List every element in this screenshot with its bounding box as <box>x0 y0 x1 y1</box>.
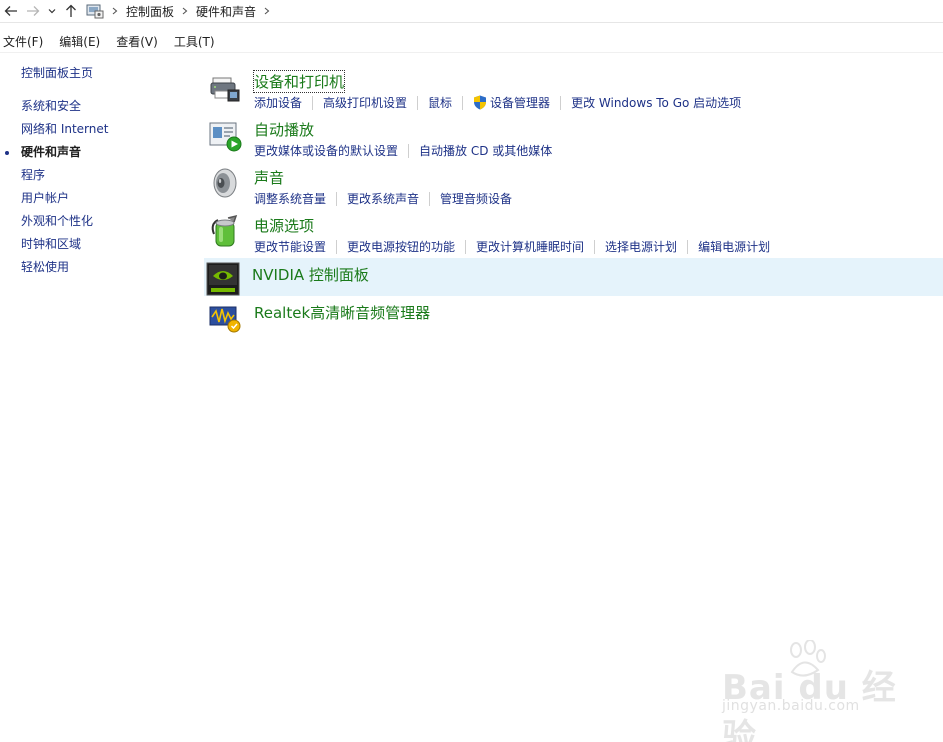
menu-edit[interactable]: 编辑(E) <box>56 33 103 50</box>
back-arrow-icon <box>4 6 17 16</box>
link-divider <box>465 239 467 254</box>
menu-file[interactable]: 文件(F) <box>0 33 46 50</box>
category-nvidia[interactable]: NVIDIA 控制面板 <box>204 258 943 296</box>
link-device-manager-wrap[interactable]: 设备管理器 <box>473 94 550 111</box>
category-title-autoplay[interactable]: 自动播放 <box>254 119 314 140</box>
menu-bar: 文件(F) 编辑(E) 查看(V) 工具(T) <box>0 31 228 51</box>
category-links-devices-printers: 添加设备 高级打印机设置 鼠标 设备管理器 更改 Windows To Go 启… <box>254 94 741 111</box>
sidebar-item-ease-of-access[interactable]: 轻松使用 <box>0 256 190 279</box>
link-power-button-function[interactable]: 更改电源按钮的功能 <box>347 238 455 255</box>
speaker-icon[interactable] <box>208 166 242 200</box>
link-divider <box>687 239 689 254</box>
printer-icon[interactable] <box>208 70 242 104</box>
link-change-power-saving[interactable]: 更改节能设置 <box>254 238 326 255</box>
sidebar-item-user-accounts[interactable]: 用户帐户 <box>0 187 190 210</box>
forward-arrow-icon <box>27 6 40 16</box>
control-panel-icon <box>86 4 104 19</box>
link-divider <box>336 239 338 254</box>
link-divider <box>429 191 431 206</box>
link-divider <box>594 239 596 254</box>
link-divider <box>408 143 410 158</box>
category-realtek: Realtek高清晰音频管理器 <box>206 296 943 334</box>
link-divider <box>462 95 464 110</box>
uac-shield-icon <box>474 95 487 110</box>
link-adjust-volume[interactable]: 调整系统音量 <box>254 190 326 207</box>
link-device-manager[interactable]: 设备管理器 <box>490 94 550 111</box>
link-mouse[interactable]: 鼠标 <box>428 94 452 111</box>
link-windows-to-go[interactable]: 更改 Windows To Go 启动选项 <box>571 94 741 111</box>
realtek-audio-icon[interactable] <box>208 300 242 334</box>
link-divider <box>336 191 338 206</box>
category-devices-printers: 设备和打印机 添加设备 高级打印机设置 鼠标 设备管理器 更改 Windows … <box>206 66 943 114</box>
forward-button[interactable] <box>22 0 44 22</box>
link-edit-power-plan[interactable]: 编辑电源计划 <box>698 238 770 255</box>
battery-icon[interactable] <box>208 214 242 248</box>
category-links-autoplay: 更改媒体或设备的默认设置 自动播放 CD 或其他媒体 <box>254 142 552 159</box>
sidebar-item-clock-region[interactable]: 时钟和区域 <box>0 233 190 256</box>
category-title-realtek[interactable]: Realtek高清晰音频管理器 <box>254 302 430 323</box>
sidebar-item-hardware-sound: 硬件和声音 <box>0 141 190 164</box>
category-title-sound[interactable]: 声音 <box>254 167 284 188</box>
nvidia-icon[interactable] <box>206 262 240 296</box>
address-bar: 控制面板 硬件和声音 <box>0 0 943 23</box>
link-add-device[interactable]: 添加设备 <box>254 94 302 111</box>
category-links-sound: 调整系统音量 更改系统声音 管理音频设备 <box>254 190 512 207</box>
link-choose-power-plan[interactable]: 选择电源计划 <box>605 238 677 255</box>
sidebar-item-system-security[interactable]: 系统和安全 <box>0 95 190 118</box>
category-title-power-options[interactable]: 电源选项 <box>254 215 314 236</box>
category-title-devices-printers[interactable]: 设备和打印机 <box>252 70 346 93</box>
link-autoplay-cd[interactable]: 自动播放 CD 或其他媒体 <box>419 142 552 159</box>
category-list: 设备和打印机 添加设备 高级打印机设置 鼠标 设备管理器 更改 Windows … <box>204 66 943 334</box>
sidebar-item-network[interactable]: 网络和 Internet <box>0 118 190 141</box>
link-divider <box>312 95 314 110</box>
link-sleep-time[interactable]: 更改计算机睡眠时间 <box>476 238 584 255</box>
breadcrumb-control-panel[interactable]: 控制面板 <box>122 3 178 20</box>
recent-locations-button[interactable] <box>44 0 60 22</box>
menu-tools[interactable]: 工具(T) <box>171 33 218 50</box>
link-manage-audio-devices[interactable]: 管理音频设备 <box>440 190 512 207</box>
link-divider <box>560 95 562 110</box>
baidu-watermark: Bai du 经验 jingyan.baidu.com <box>722 640 922 742</box>
up-button[interactable] <box>60 0 82 22</box>
back-button[interactable] <box>0 0 22 22</box>
sidebar-item-appearance[interactable]: 外观和个性化 <box>0 210 190 233</box>
category-autoplay: 自动播放 更改媒体或设备的默认设置 自动播放 CD 或其他媒体 <box>206 114 943 162</box>
up-arrow-icon <box>66 4 76 17</box>
category-title-nvidia[interactable]: NVIDIA 控制面板 <box>252 264 369 285</box>
category-links-power-options: 更改节能设置 更改电源按钮的功能 更改计算机睡眠时间 选择电源计划 编辑电源计划 <box>254 238 770 255</box>
sidebar-item-programs[interactable]: 程序 <box>0 164 190 187</box>
breadcrumb: 控制面板 硬件和声音 <box>86 0 274 22</box>
menu-divider <box>0 52 943 53</box>
link-change-media-defaults[interactable]: 更改媒体或设备的默认设置 <box>254 142 398 159</box>
category-sound: 声音 调整系统音量 更改系统声音 管理音频设备 <box>206 162 943 210</box>
sidebar: 控制面板主页 系统和安全 网络和 Internet 硬件和声音 程序 用户帐户 … <box>0 62 190 279</box>
breadcrumb-hardware-sound[interactable]: 硬件和声音 <box>192 3 260 20</box>
breadcrumb-separator-icon[interactable] <box>178 7 192 15</box>
link-change-system-sounds[interactable]: 更改系统声音 <box>347 190 419 207</box>
menu-view[interactable]: 查看(V) <box>113 33 161 50</box>
watermark-url: jingyan.baidu.com <box>722 698 860 714</box>
category-power-options: 电源选项 更改节能设置 更改电源按钮的功能 更改计算机睡眠时间 选择电源计划 编… <box>206 210 943 258</box>
chevron-down-icon <box>48 9 56 14</box>
breadcrumb-separator-icon[interactable] <box>108 7 122 15</box>
autoplay-icon[interactable] <box>208 118 242 152</box>
breadcrumb-separator-icon[interactable] <box>260 7 274 15</box>
link-advanced-printer-setup[interactable]: 高级打印机设置 <box>323 94 407 111</box>
sidebar-item-home[interactable]: 控制面板主页 <box>0 62 190 85</box>
link-divider <box>417 95 419 110</box>
